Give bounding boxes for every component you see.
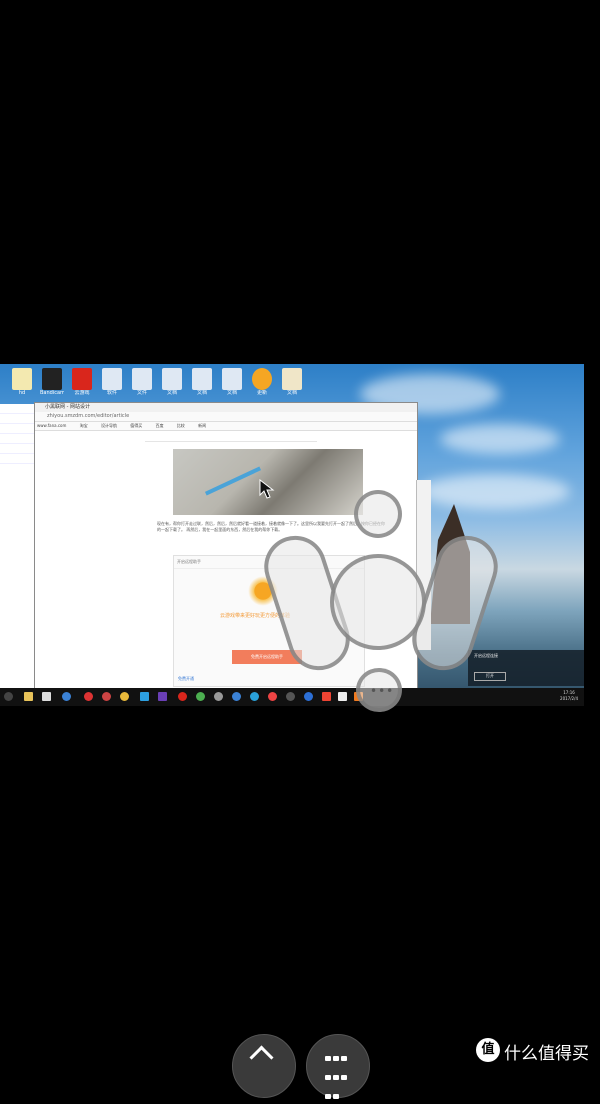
app-icon[interactable] [196, 692, 205, 701]
watermark-text: 什么值得买 [504, 1044, 589, 1064]
folder-icon[interactable] [24, 692, 33, 701]
desktop-icon[interactable]: Bandicam [40, 368, 64, 396]
app-icon[interactable] [304, 692, 313, 701]
keyboard-grid-button[interactable] [306, 1034, 370, 1099]
desktop-icon[interactable]: 文件 [130, 368, 154, 396]
app-icon[interactable] [120, 692, 129, 701]
browser-window[interactable]: 小黑联网 - 网站设计 zhiyou.smzdm.com/editor/arti… [34, 402, 418, 694]
desktop-icon[interactable]: 文档 [280, 368, 304, 396]
mouse-cursor-icon [259, 479, 275, 499]
desktop-icon[interactable]: 云游戏 [70, 368, 94, 396]
bookmark-item[interactable]: www.fana.com [37, 423, 66, 428]
browser-title: 小黑联网 - 网站设计 [35, 403, 417, 412]
taskbar[interactable]: 17:16 2017/2/4 [0, 688, 584, 706]
bookmark-item[interactable]: 新闻 [198, 423, 206, 428]
article-paragraph: 现在有，帮你打开走过联，然后，然后，然后就好看一道接着，接着就像一下了。这里所以… [157, 521, 385, 532]
editor-toolbar[interactable] [145, 431, 317, 442]
app-icon[interactable] [250, 692, 259, 701]
clock-date: 2017/2/4 [560, 696, 578, 701]
app-icon[interactable] [140, 692, 149, 701]
keyboard-grid-icon [324, 1047, 352, 1099]
bookmark-item[interactable]: 设计导航 [101, 423, 117, 428]
store-icon[interactable] [42, 692, 51, 701]
desktop-icon[interactable]: 文档 [220, 368, 244, 396]
start-icon[interactable] [4, 692, 13, 701]
app-icon[interactable] [286, 692, 295, 701]
app-icon[interactable] [268, 692, 277, 701]
gamepad-center-joystick[interactable] [330, 554, 426, 650]
gamepad-menu-button[interactable]: ••• [356, 668, 402, 712]
sky-cloud [440, 424, 560, 454]
app-icon[interactable] [322, 692, 331, 701]
app-icon[interactable] [84, 692, 93, 701]
bookmark-item[interactable]: 百度 [156, 423, 164, 428]
card-footer-link[interactable]: 免费开通 [178, 676, 194, 682]
watermark-logo: 值 [476, 1038, 500, 1062]
app-icon[interactable] [338, 692, 347, 701]
app-icon[interactable] [102, 692, 111, 701]
browser-icon[interactable] [62, 692, 71, 701]
notification-button[interactable]: 打开 [474, 672, 506, 681]
app-icon[interactable] [158, 692, 167, 701]
desktop-icon[interactable]: 文档 [160, 368, 184, 396]
desktop-icon[interactable]: hd [10, 368, 34, 396]
bookmark-item[interactable]: 值得买 [130, 423, 142, 428]
article-photo [173, 449, 363, 515]
desktop-icon[interactable]: 更新 [250, 368, 274, 396]
system-clock[interactable]: 17:16 2017/2/4 [560, 690, 578, 702]
app-icon[interactable] [178, 692, 187, 701]
bookmarks-bar: www.fana.com 淘宝 设计导航 值得买 百度 比较 新闻 [35, 422, 417, 431]
notification-text: 开启远程连接 [474, 653, 498, 658]
app-icon[interactable] [232, 692, 241, 701]
chevron-up-icon [249, 1045, 274, 1070]
more-dots-icon: ••• [370, 684, 395, 698]
bookmark-item[interactable]: 比较 [177, 423, 185, 428]
sky-cloud [420, 474, 570, 509]
bookmark-item[interactable]: 淘宝 [80, 423, 88, 428]
cable-shape [204, 466, 262, 496]
app-icon[interactable] [214, 692, 223, 701]
desktop-icon[interactable]: 软件 [100, 368, 124, 396]
notification-toast[interactable]: 开启远程连接 打开 [468, 650, 584, 686]
expand-up-button[interactable] [232, 1034, 296, 1098]
gamepad-top-button[interactable] [354, 490, 402, 538]
address-bar[interactable]: zhiyou.smzdm.com/editor/article [35, 412, 417, 422]
desktop-icon[interactable]: 文档 [190, 368, 214, 396]
